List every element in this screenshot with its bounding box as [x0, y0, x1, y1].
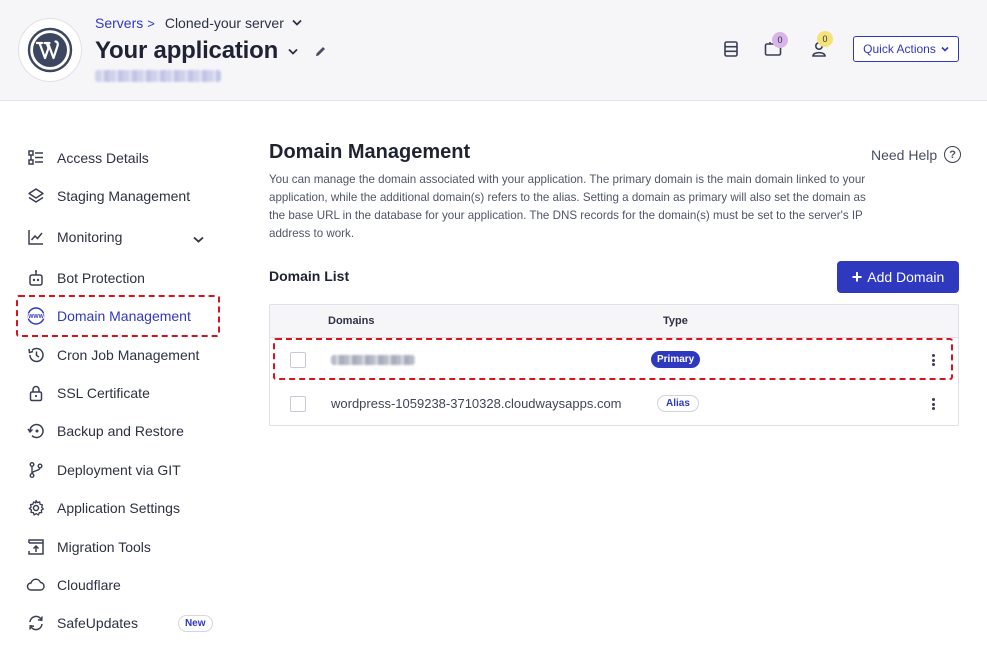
alias-badge: Alias [657, 395, 699, 412]
app-url-blurred [95, 70, 221, 82]
lock-icon [26, 383, 46, 403]
sidebar-item-label: Cloudflare [57, 577, 121, 593]
more-options-icon[interactable] [928, 396, 938, 412]
cloud-icon [26, 575, 46, 595]
quick-actions-button[interactable]: Quick Actions [853, 36, 959, 62]
access-details-icon [26, 148, 46, 168]
app-title-row: Your application [95, 37, 327, 65]
row-checkbox[interactable] [290, 396, 306, 412]
domain-table: Domains Type Primary wordpress-1059238-3… [269, 304, 959, 426]
sidebar-item-label: Monitoring [57, 229, 123, 245]
sidebar-item-label: Application Settings [57, 500, 180, 516]
sidebar-item-cron-job-management[interactable]: Cron Job Management [26, 345, 199, 365]
sidebar-item-label: Backup and Restore [57, 423, 184, 439]
sidebar-item-domain-management[interactable]: WWW Domain Management [26, 306, 191, 326]
need-help-label: Need Help [871, 146, 938, 163]
sidebar-item-label: Bot Protection [57, 270, 145, 286]
column-header-type: Type [663, 315, 688, 327]
gear-icon [26, 498, 46, 518]
table-row: Primary [270, 338, 958, 382]
sidebar-item-label: Cron Job Management [57, 347, 200, 363]
page-title: Your application [95, 37, 279, 64]
breadcrumb-server-name[interactable]: Cloned-your server [165, 15, 284, 31]
sidebar-item-application-settings[interactable]: Application Settings [26, 498, 180, 518]
users-count-badge: 0 [817, 31, 833, 47]
wordpress-logo-icon [18, 18, 82, 82]
domain-list-title: Domain List [269, 268, 350, 284]
table-header: Domains Type [270, 305, 958, 338]
robot-icon [26, 268, 46, 288]
sidebar-item-access-details[interactable]: Access Details [26, 148, 149, 168]
sidebar-item-label: SSL Certificate [57, 385, 150, 401]
primary-domain-blurred [331, 355, 415, 365]
breadcrumb-servers-link[interactable]: Servers [95, 15, 143, 31]
projects-count-badge: 0 [772, 32, 788, 48]
row-checkbox[interactable] [290, 352, 306, 368]
new-badge: New [177, 614, 213, 632]
section-title: Domain Management [269, 141, 471, 163]
sidebar-item-safeupdates[interactable]: SafeUpdates New [26, 613, 213, 633]
question-circle-icon: ? [944, 146, 962, 163]
sidebar-item-deployment-via-git[interactable]: Deployment via GIT [26, 460, 181, 480]
sidebar-item-ssl-certificate[interactable]: SSL Certificate [26, 383, 150, 403]
sidebar-item-cloudflare[interactable]: Cloudflare [26, 575, 121, 595]
sidebar-item-migration-tools[interactable]: Migration Tools [26, 537, 151, 557]
chart-line-icon [26, 227, 46, 247]
sidebar-item-label: Domain Management [57, 308, 191, 324]
chevron-down-icon[interactable] [292, 17, 302, 29]
svg-text:WWW: WWW [28, 314, 44, 320]
clock-history-icon [26, 345, 46, 365]
migration-icon [26, 537, 46, 557]
sidebar-item-label: SafeUpdates [57, 615, 138, 631]
sidebar-item-label: Staging Management [57, 188, 191, 204]
breadcrumb-separator: > [147, 15, 155, 31]
sidebar-item-label: Deployment via GIT [57, 462, 181, 478]
more-options-icon[interactable] [928, 352, 938, 368]
quick-actions-label: Quick Actions [863, 42, 936, 56]
sidebar: Access Details Staging Management Monito… [0, 101, 240, 670]
sidebar-item-backup-and-restore[interactable]: Backup and Restore [26, 421, 184, 441]
chevron-down-icon[interactable] [193, 234, 204, 246]
breadcrumb: Servers > Cloned-your server [95, 15, 302, 31]
sidebar-item-label: Migration Tools [57, 539, 151, 555]
sidebar-item-label: Access Details [57, 150, 149, 166]
layers-icon [26, 186, 46, 206]
sidebar-item-bot-protection[interactable]: Bot Protection [26, 268, 145, 288]
domain-name: wordpress-1059238-3710328.cloudwaysapps.… [331, 396, 622, 411]
server-list-icon[interactable] [722, 40, 740, 58]
section-description: You can manage the domain associated wit… [269, 173, 866, 240]
plus-icon: + [851, 267, 863, 287]
www-globe-icon: WWW [26, 306, 46, 326]
git-branch-icon [26, 460, 46, 480]
pencil-icon[interactable] [314, 45, 327, 58]
sidebar-item-monitoring[interactable]: Monitoring [26, 227, 211, 247]
add-domain-button[interactable]: + Add Domain [837, 261, 959, 293]
chevron-down-icon[interactable] [288, 44, 298, 58]
need-help-link[interactable]: Need Help ? [871, 146, 962, 163]
refresh-icon [26, 613, 46, 633]
add-domain-label: Add Domain [867, 269, 945, 285]
chevron-down-icon [941, 44, 949, 54]
primary-badge: Primary [651, 351, 701, 368]
column-header-domains: Domains [328, 315, 375, 327]
table-row: wordpress-1059238-3710328.cloudwaysapps.… [270, 382, 958, 426]
app-header: Servers > Cloned-your server Your applic… [0, 0, 987, 101]
restore-icon [26, 421, 46, 441]
sidebar-item-staging-management[interactable]: Staging Management [26, 186, 190, 206]
